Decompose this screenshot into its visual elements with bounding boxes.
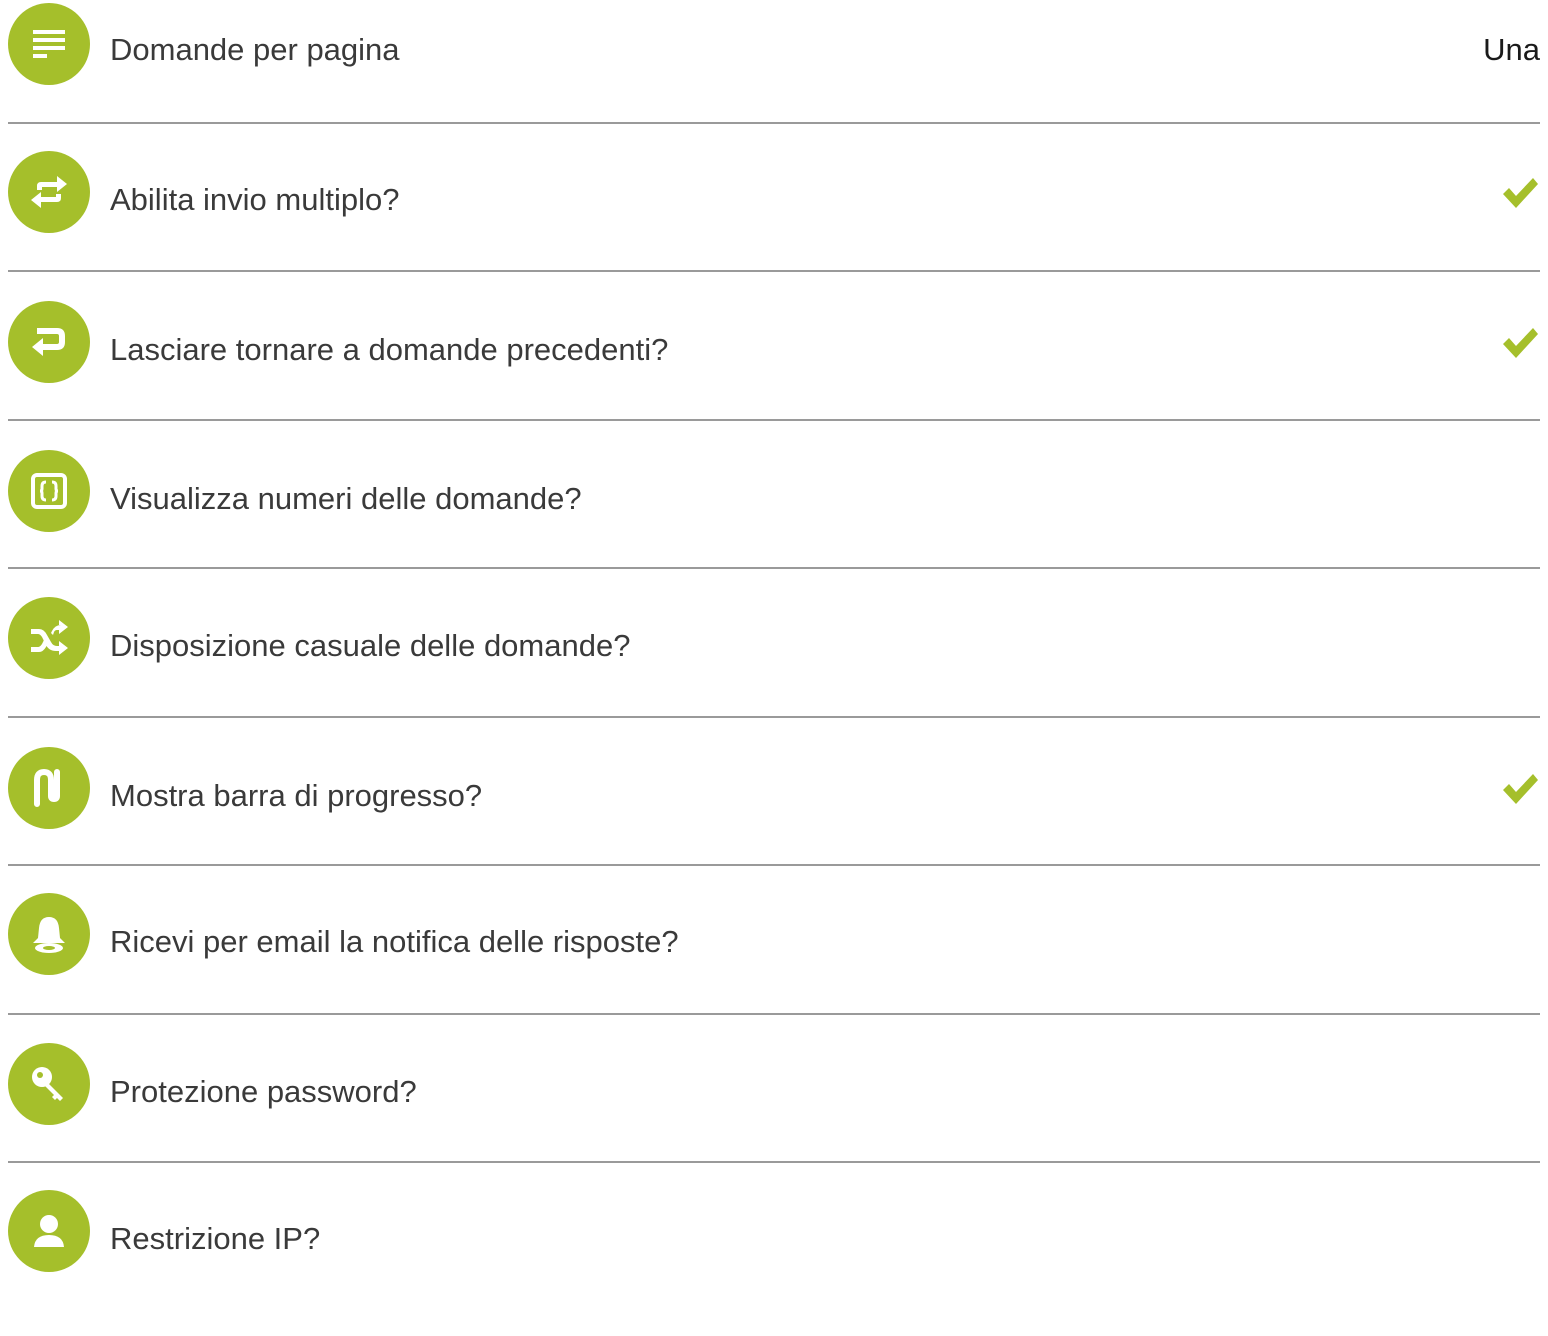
row-divider [8,1161,1540,1163]
text-lines-icon [8,3,90,85]
setting-label: Disposizione casuale delle domande? [110,628,631,663]
row-divider [8,270,1540,272]
row-divider [8,122,1540,124]
setting-label: Abilita invio multiplo? [110,182,400,217]
setting-row-shuffle[interactable]: Disposizione casuale delle domande? [0,596,1548,744]
setting-label: Domande per pagina [110,32,400,67]
setting-row-question-numbers[interactable]: Visualizza numeri delle domande? [0,447,1548,595]
setting-row-allow-back[interactable]: Lasciare tornare a domande precedenti? [0,298,1548,446]
setting-row-progress-bar[interactable]: Mostra barra di progresso? [0,744,1548,892]
repeat-icon [8,151,90,233]
setting-label: Mostra barra di progresso? [110,778,483,813]
setting-label: Ricevi per email la notifica delle rispo… [110,924,679,959]
setting-label: Lasciare tornare a domande precedenti? [110,332,669,367]
user-icon [8,1190,90,1272]
setting-value[interactable]: Una [1483,30,1540,70]
setting-row-email-notification[interactable]: Ricevi per email la notifica delle rispo… [0,892,1548,1040]
setting-label: Protezione password? [110,1074,417,1109]
checkmark-icon [1503,328,1538,358]
setting-label: Visualizza numeri delle domande? [110,481,582,516]
setting-row-questions-per-page[interactable]: Domande per pagina Una [0,0,1548,148]
braces-box-icon [8,450,90,532]
setting-row-multiple-submissions[interactable]: Abilita invio multiplo? [0,150,1548,298]
progress-path-icon [8,747,90,829]
key-icon [8,1043,90,1125]
row-divider [8,864,1540,866]
row-divider [8,716,1540,718]
bell-icon [8,893,90,975]
shuffle-icon [8,597,90,679]
setting-row-ip-restriction[interactable]: Restrizione IP? [0,1188,1548,1336]
setting-row-password[interactable]: Protezione password? [0,1040,1548,1188]
row-divider [8,1013,1540,1015]
row-divider [8,567,1540,569]
setting-label: Restrizione IP? [110,1221,321,1256]
return-arrow-icon [8,301,90,383]
row-divider [8,419,1540,421]
checkmark-icon [1503,178,1538,208]
checkmark-icon [1503,774,1538,804]
